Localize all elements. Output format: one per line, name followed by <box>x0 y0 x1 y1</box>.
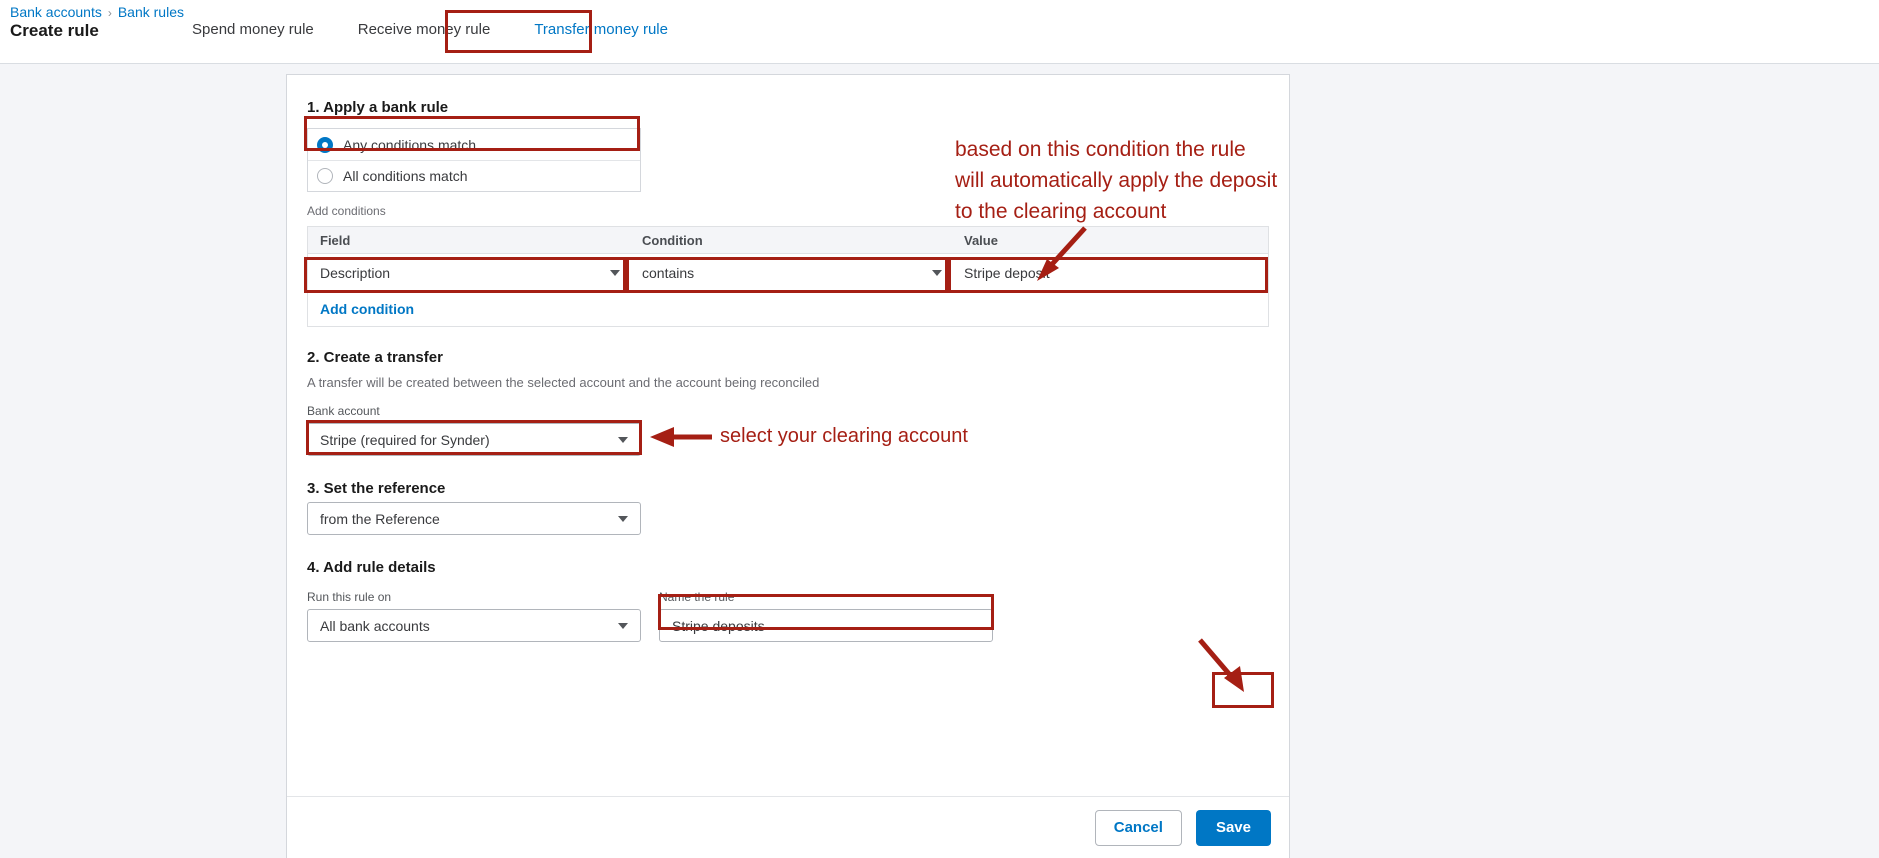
condition-select[interactable]: contains <box>630 255 952 291</box>
run-rule-on-value: All bank accounts <box>320 617 430 634</box>
section-2-description: A transfer will be created between the s… <box>307 375 820 390</box>
annotation-condition-note: based on this condition the rule will au… <box>955 138 1278 223</box>
radio-option-any-conditions[interactable]: Any conditions match <box>308 129 640 160</box>
breadcrumb: Bank accounts › Bank rules <box>10 4 184 20</box>
chevron-down-icon[interactable] <box>618 515 628 522</box>
add-condition-link[interactable]: Add condition <box>320 301 414 317</box>
radio-label-all: All conditions match <box>343 168 468 184</box>
card-footer: Cancel Save <box>287 796 1289 858</box>
top-bar: Bank accounts › Bank rules Create rule Spe… <box>0 0 1879 64</box>
section-3: 3. Set the reference from the Reference <box>307 480 1269 535</box>
table-row: Description contains Stripe deposit <box>308 254 1268 292</box>
rule-details-row: Run this rule on All bank accounts Name … <box>307 576 1269 642</box>
cancel-button[interactable]: Cancel <box>1094 809 1182 846</box>
tab-spend-money-rule[interactable]: Spend money rule <box>170 0 336 37</box>
section-4: 4. Add rule details Run this rule on All… <box>307 559 1269 642</box>
section-1-title: 1. Apply a bank rule <box>307 99 449 116</box>
field-select[interactable]: Description <box>308 255 630 291</box>
tab-receive-money-rule[interactable]: Receive money rule <box>336 0 513 37</box>
chevron-down-icon[interactable] <box>618 622 628 629</box>
section-4-title: 4. Add rule details <box>307 559 436 576</box>
radio-icon-unselected[interactable] <box>317 168 333 184</box>
column-header-value: Value <box>964 232 998 248</box>
field-select-value: Description <box>320 265 391 281</box>
reference-select[interactable]: from the Reference <box>307 502 641 535</box>
section-3-title: 3. Set the reference <box>307 480 446 497</box>
chevron-down-icon[interactable] <box>932 270 942 276</box>
rule-name-group: Name the rule Stripe deposits <box>659 576 999 642</box>
breadcrumb-separator-icon: › <box>107 6 112 20</box>
chevron-down-icon[interactable] <box>610 270 620 276</box>
value-input[interactable]: Stripe deposit <box>952 255 1268 291</box>
reference-select-value: from the Reference <box>320 510 440 527</box>
conditions-table-header: Field Condition Value <box>308 227 1268 254</box>
rule-name-input[interactable]: Stripe deposits <box>659 609 993 642</box>
radio-option-all-conditions[interactable]: All conditions match <box>308 160 640 191</box>
radio-label-any: Any conditions match <box>343 136 477 153</box>
tab-transfer-money-rule[interactable]: Transfer money rule <box>512 0 690 37</box>
add-condition-row: Add condition <box>308 292 1268 326</box>
column-header-condition: Condition <box>642 232 703 248</box>
rule-type-tabs: Spend money rule Receive money rule Tran… <box>170 0 690 52</box>
save-button[interactable]: Save <box>1195 809 1271 846</box>
run-rule-on-label: Run this rule on <box>307 590 392 604</box>
chevron-down-icon[interactable] <box>618 436 628 443</box>
run-rule-on-select[interactable]: All bank accounts <box>307 609 641 642</box>
conditions-table: Field Condition Value Description contai… <box>307 226 1269 327</box>
breadcrumb-bank-accounts[interactable]: Bank accounts <box>10 4 102 20</box>
bank-account-select-value: Stripe (required for Synder) <box>320 431 490 448</box>
rule-name-label: Name the rule <box>659 590 735 604</box>
app-root: Bank accounts › Bank rules Create rule Spe… <box>0 0 1879 858</box>
rule-name-input-value: Stripe deposits <box>672 617 765 634</box>
section-2-title: 2. Create a transfer <box>307 349 443 366</box>
column-header-field: Field <box>320 232 351 248</box>
value-input-text: Stripe deposit <box>964 265 1050 281</box>
bank-account-select[interactable]: Stripe (required for Synder) <box>307 423 641 456</box>
run-rule-on-group: Run this rule on All bank accounts <box>307 576 659 642</box>
page-title: Create rule <box>10 21 99 40</box>
bank-account-label: Bank account <box>307 404 380 418</box>
radio-icon-selected[interactable] <box>317 136 333 153</box>
annotation-clearing-account-note: select your clearing account <box>720 425 968 447</box>
condition-select-value: contains <box>642 265 695 281</box>
conditions-match-radio-group: Any conditions match All conditions matc… <box>307 128 641 192</box>
